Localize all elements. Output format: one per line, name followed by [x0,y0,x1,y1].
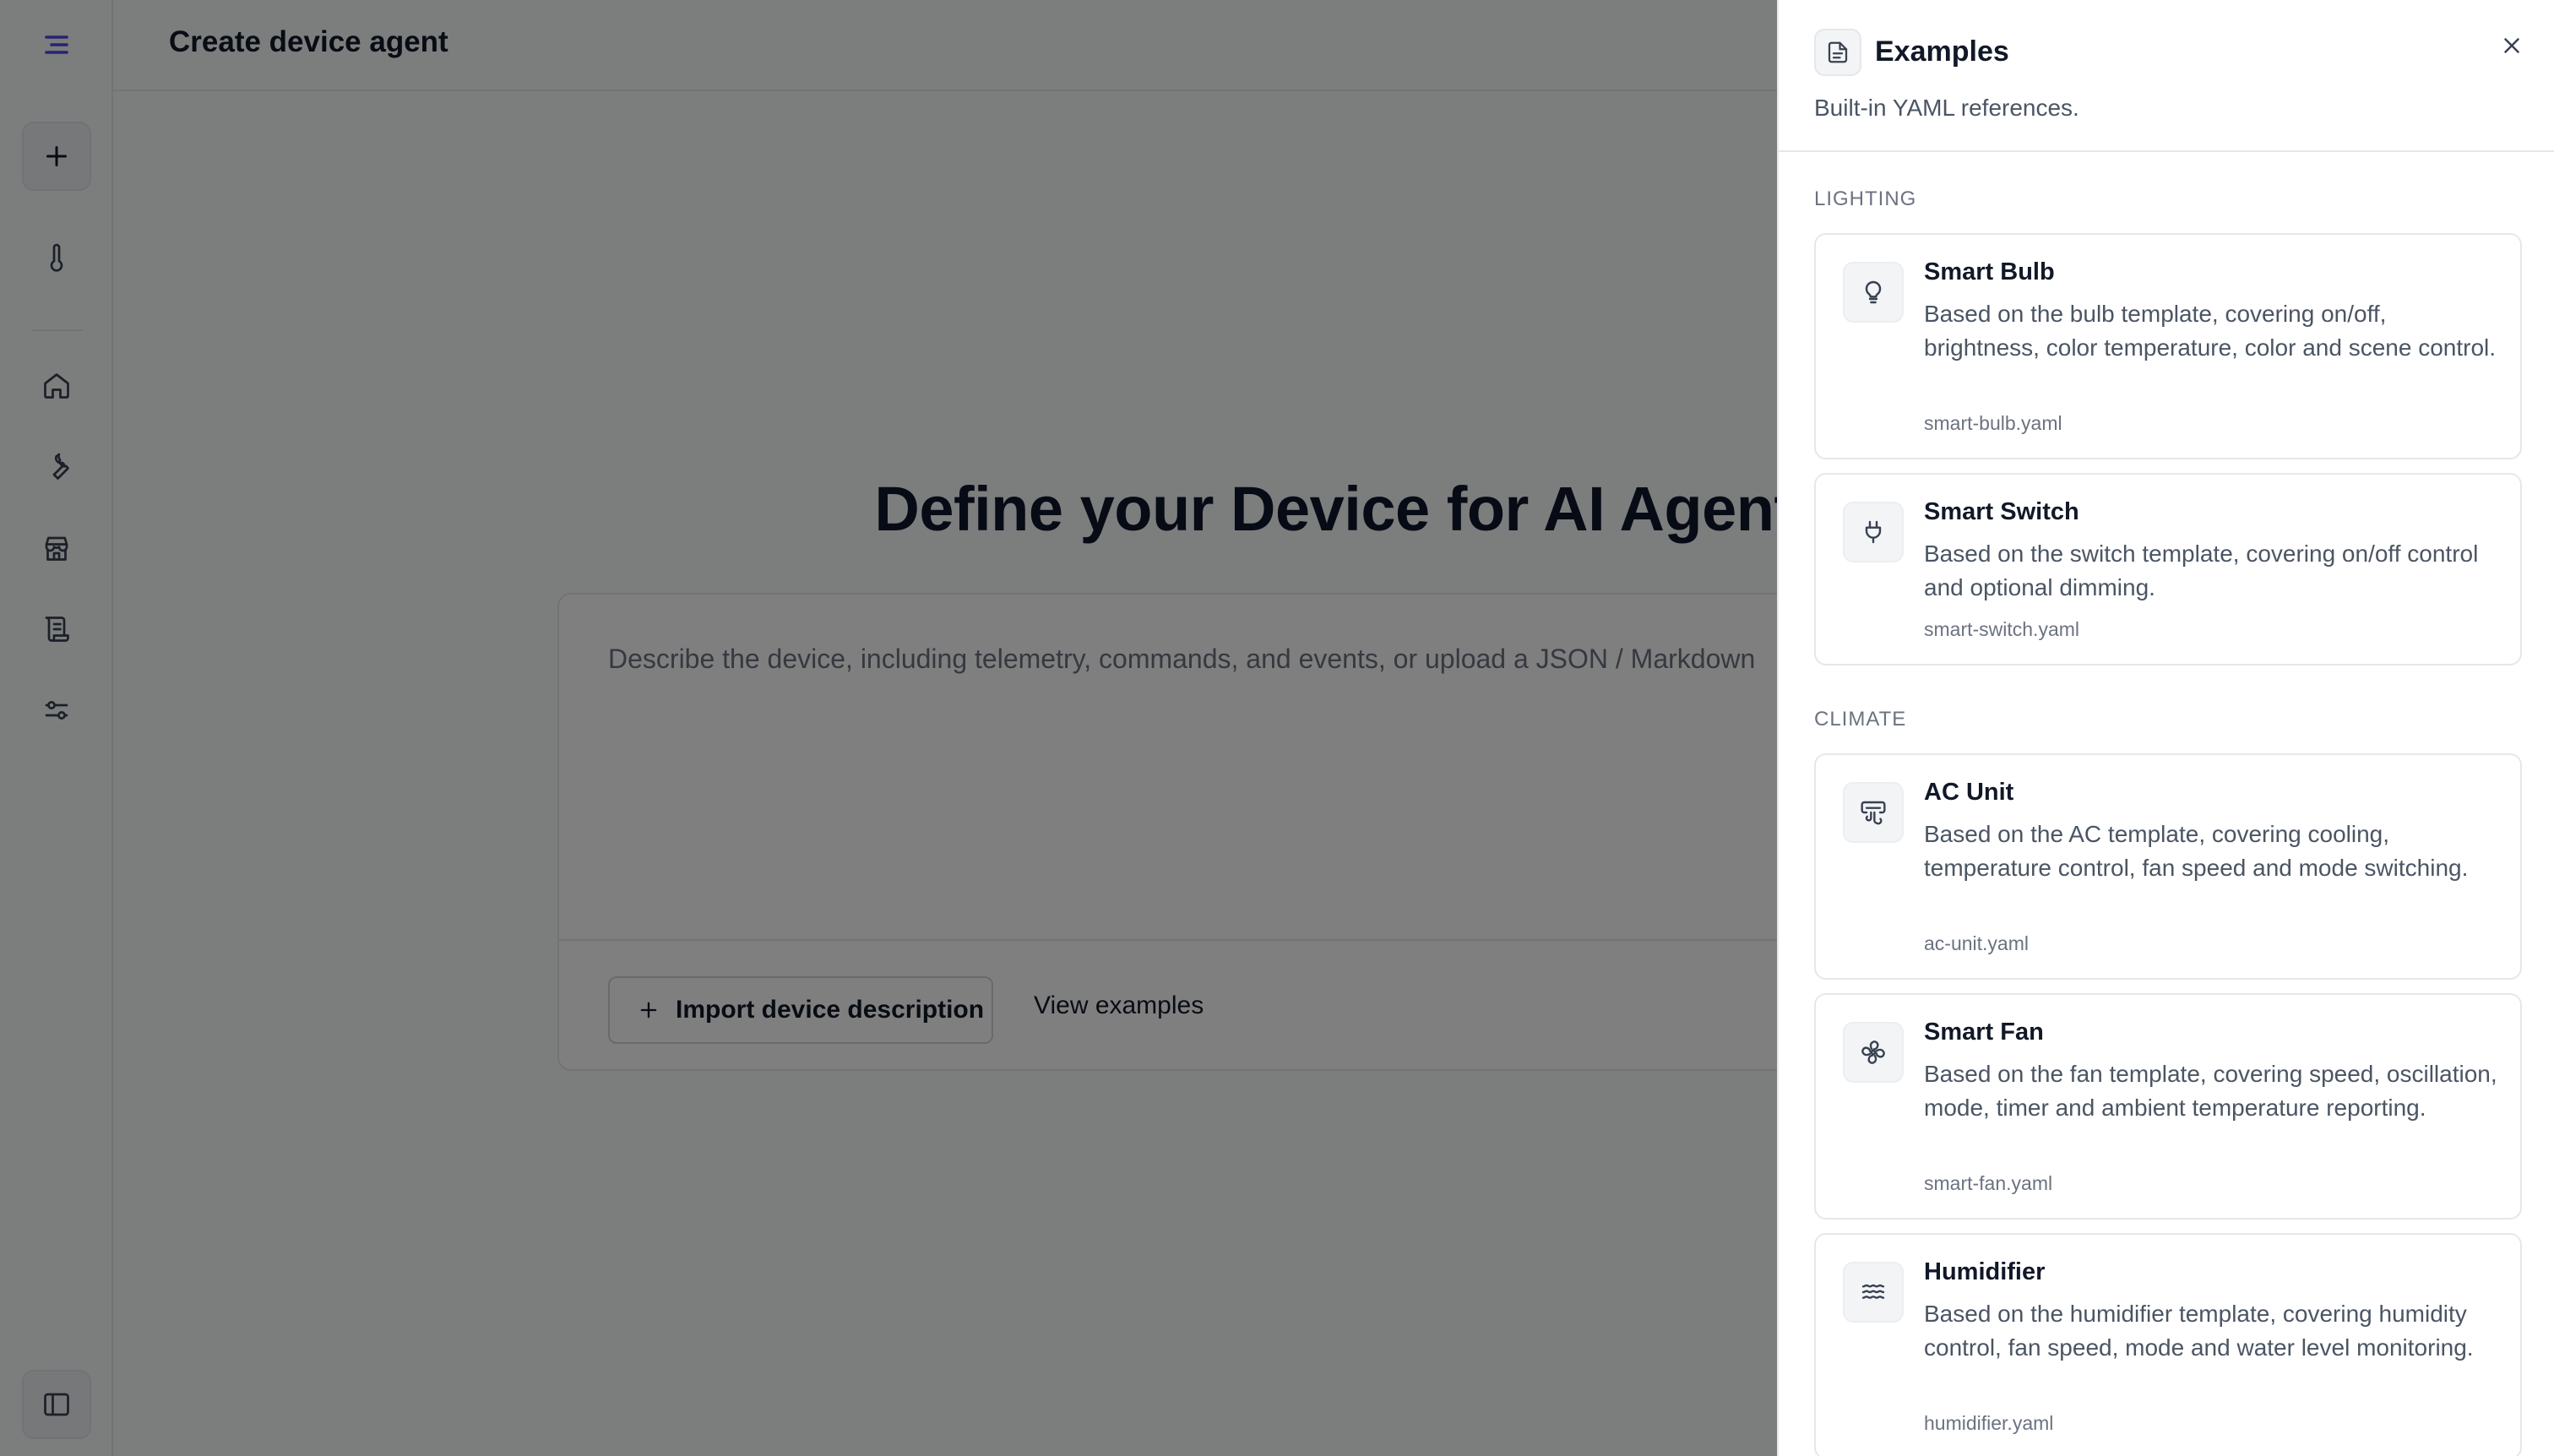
example-filename: ac-unit.yaml [1924,932,2029,954]
example-title: AC Unit [1924,779,2014,806]
example-description: Based on the bulb template, covering on/… [1924,301,2497,361]
example-title: Smart Fan [1924,1019,2044,1046]
document-icon [1828,41,1848,63]
example-title: Smart Switch [1924,498,2079,525]
examples-panel: Examples Built-in YAML references. LIGHT… [1777,0,2554,1456]
example-card-smart-bulb[interactable]: Smart Bulb Based on the bulb template, c… [1814,233,2522,459]
example-icon-wrap [1843,782,1904,843]
example-description: Based on the AC template, covering cooli… [1924,821,2469,881]
example-filename: smart-switch.yaml [1924,618,2080,640]
example-card-humidifier[interactable]: Humidifier Based on the humidifier templ… [1814,1233,2522,1456]
document-icon-wrap [1814,29,1861,76]
example-description: Based on the humidifier template, coveri… [1924,1301,2474,1361]
example-filename: humidifier.yaml [1924,1412,2054,1434]
app-root: Create device agent Define your Device f… [0,0,2554,1456]
examples-panel-header: Examples Built-in YAML references. [1779,0,2554,152]
example-icon-wrap [1843,502,1904,562]
example-card-ac-unit[interactable]: AC Unit Based on the AC template, coveri… [1814,753,2522,980]
example-title: Humidifier [1924,1258,2046,1285]
waves-icon [1861,1284,1885,1299]
examples-panel-title: Examples [1875,35,2009,68]
example-card-smart-fan[interactable]: Smart Fan Based on the fan template, cov… [1814,993,2522,1220]
air-vent-icon [1861,801,1886,825]
example-description: Based on the fan template, covering spee… [1924,1061,2497,1121]
example-title: Smart Bulb [1924,258,2055,285]
example-description: Based on the switch template, covering o… [1924,541,2479,600]
lightbulb-icon [1865,280,1882,304]
section-label-lighting: LIGHTING [1814,187,1917,210]
close-icon [2504,38,2519,53]
example-icon-wrap [1843,262,1904,323]
section-label-climate: CLIMATE [1814,708,1907,731]
example-filename: smart-bulb.yaml [1924,412,2062,434]
plug-icon [1865,520,1882,544]
example-filename: smart-fan.yaml [1924,1172,2053,1194]
example-icon-wrap [1843,1262,1904,1323]
examples-panel-subtitle: Built-in YAML references. [1814,95,2079,121]
fan-icon [1861,1040,1885,1064]
example-card-smart-switch[interactable]: Smart Switch Based on the switch templat… [1814,473,2522,666]
close-button[interactable] [2490,24,2534,68]
example-icon-wrap [1843,1022,1904,1083]
